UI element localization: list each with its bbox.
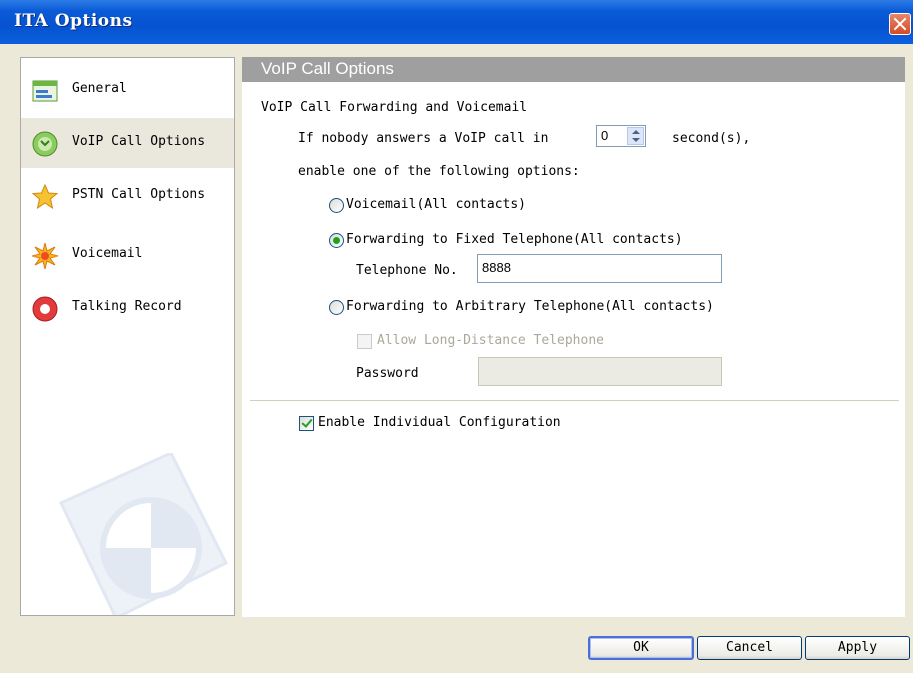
telephone-label: Telephone No. <box>356 263 458 278</box>
password-field[interactable] <box>478 357 722 386</box>
panel-title: VoIP Call Options <box>261 59 394 78</box>
close-button[interactable] <box>889 13 911 35</box>
sidebar-item-voip-call-options[interactable]: VoIP Call Options <box>21 118 234 168</box>
voip-icon <box>32 131 58 157</box>
arbitrary-telephone-radio[interactable] <box>329 300 344 315</box>
spin-up-icon[interactable] <box>632 130 640 134</box>
record-icon <box>32 296 58 322</box>
options-window: ITA Options General VoIP Call Options PS… <box>0 0 913 673</box>
sidebar-item-pstn-call-options[interactable]: PSTN Call Options <box>21 171 234 221</box>
sidebar-item-label: Talking Record <box>72 299 182 314</box>
sidebar-item-label: Voicemail <box>72 246 143 261</box>
spin-down-icon[interactable] <box>632 138 640 142</box>
sidebar-item-label: PSTN Call Options <box>72 187 206 202</box>
watermark-logo-icon <box>58 453 229 615</box>
pstn-icon <box>31 183 59 210</box>
voicemail-icon <box>31 242 59 270</box>
telephone-field[interactable]: 8888 <box>477 254 722 283</box>
voip-options-panel: VoIP Call Options VoIP Call Forwarding a… <box>242 57 905 617</box>
arbitrary-telephone-radio-label[interactable]: Forwarding to Arbitrary Telephone(All co… <box>346 299 714 314</box>
long-distance-checkbox[interactable] <box>357 334 372 349</box>
long-distance-label: Allow Long-Distance Telephone <box>377 333 604 348</box>
ok-button[interactable]: OK <box>588 636 694 660</box>
voicemail-radio[interactable] <box>329 198 344 213</box>
seconds-spinner[interactable]: 0 <box>596 125 646 147</box>
sidebar: General VoIP Call Options PSTN Call Opti… <box>20 57 235 616</box>
fixed-telephone-radio-label[interactable]: Forwarding to Fixed Telephone(All contac… <box>346 232 683 247</box>
sidebar-item-label: General <box>72 81 127 96</box>
sidebar-item-voicemail[interactable]: Voicemail <box>21 230 234 280</box>
seconds-value: 0 <box>601 128 609 143</box>
divider <box>250 400 899 401</box>
title-bar[interactable]: ITA Options <box>0 0 913 44</box>
general-icon <box>32 80 58 102</box>
sidebar-item-label: VoIP Call Options <box>72 134 206 149</box>
fixed-telephone-radio[interactable] <box>329 233 344 248</box>
apply-button[interactable]: Apply <box>805 636 910 660</box>
no-answer-prefix-text: If nobody answers a VoIP call in <box>298 131 549 146</box>
spinner-buttons[interactable] <box>627 127 644 145</box>
options-intro-text: enable one of the following options: <box>298 164 580 179</box>
sidebar-item-general[interactable]: General <box>21 65 234 115</box>
password-label: Password <box>356 366 419 381</box>
window-title: ITA Options <box>14 11 133 31</box>
seconds-unit-text: second(s), <box>672 131 751 146</box>
section-title: VoIP Call Forwarding and Voicemail <box>261 100 528 115</box>
sidebar-item-talking-record[interactable]: Talking Record <box>21 283 234 333</box>
panel-header: VoIP Call Options <box>242 57 905 82</box>
telephone-value: 8888 <box>482 260 511 275</box>
cancel-button[interactable]: Cancel <box>697 636 802 660</box>
individual-config-checkbox[interactable] <box>299 416 314 431</box>
individual-config-label[interactable]: Enable Individual Configuration <box>318 415 561 430</box>
voicemail-radio-label[interactable]: Voicemail(All contacts) <box>346 197 526 212</box>
